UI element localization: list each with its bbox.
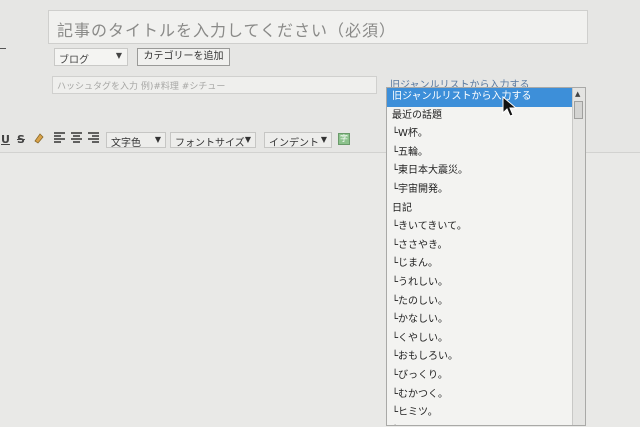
font-size-select[interactable]: フォントサイズ ▼ [170,132,256,149]
blog-select[interactable]: ブログ ▼ [54,48,128,66]
hashtag-input[interactable]: ハッシュタグを入力 例)#料理 #シチュー [52,76,377,94]
scrollbar[interactable]: ▲ [572,88,585,425]
title-input[interactable]: 記事のタイトルを入力してください（必須） [48,10,588,44]
genre-option[interactable]: └じまん。 [387,255,573,274]
scroll-up-icon[interactable]: ▲ [575,90,580,98]
indent-select[interactable]: インデント ▼ [264,132,332,149]
font-color-select[interactable]: 文字色 ▼ [106,132,166,149]
left-edge-mark [0,48,6,49]
mouse-pointer-icon [502,95,518,118]
chevron-down-icon: ▼ [154,135,161,144]
strikethrough-icon[interactable]: S [17,133,25,146]
genre-option[interactable]: 旧ジャンルリストから入力する [387,88,573,107]
chevron-down-icon: ▼ [320,135,327,144]
scroll-thumb[interactable] [574,101,583,119]
insert-character-icon[interactable]: 字 [338,133,350,145]
genre-options: 旧ジャンルリストから入力する 最近の話題 └W杯。 └五輪。 └東日本大震災。 └宇宙開発… [387,88,573,425]
blog-select-value: ブログ [59,55,89,66]
genre-option[interactable]: └くやしい。 [387,330,573,349]
align-left-icon[interactable] [54,132,65,146]
genre-option[interactable]: └ヒミツ。 [387,404,573,423]
chevron-down-icon: ▼ [115,51,122,60]
genre-option[interactable]: └むかつく。 [387,386,573,405]
genre-option[interactable]: 最近の話題 [387,107,573,126]
genre-option[interactable]: └きいてきいて。 [387,218,573,237]
genre-option[interactable]: └かなしい。 [387,311,573,330]
genre-option[interactable]: └W杯。 [387,125,573,144]
align-center-icon[interactable] [71,132,82,146]
genre-option[interactable]: └びっくり。 [387,367,573,386]
genre-option[interactable]: └おもしろい。 [387,348,573,367]
genre-option[interactable]: └うれしい。 [387,274,573,293]
genre-option[interactable]: └宇宙開発。 [387,181,573,200]
chevron-down-icon: ▼ [244,135,251,144]
indent-value: インデント [269,138,319,149]
genre-option[interactable]: └たのしい。 [387,293,573,312]
eraser-icon[interactable] [33,132,45,147]
genre-dropdown-list[interactable]: 旧ジャンルリストから入力する 最近の話題 └W杯。 └五輪。 └東日本大震災。 └宇宙開発… [386,87,586,426]
genre-option[interactable]: 日記 [387,200,573,219]
align-right-icon[interactable] [88,132,99,146]
genre-option[interactable]: └東日本大震災。 [387,162,573,181]
genre-option[interactable]: └ささやき。 [387,237,573,256]
font-size-value: フォントサイズ [175,138,245,149]
underline-icon[interactable]: U [1,133,10,146]
genre-option[interactable]: └五輪。 [387,144,573,163]
add-category-button[interactable]: カテゴリーを追加 [137,48,230,66]
font-color-value: 文字色 [111,138,141,149]
